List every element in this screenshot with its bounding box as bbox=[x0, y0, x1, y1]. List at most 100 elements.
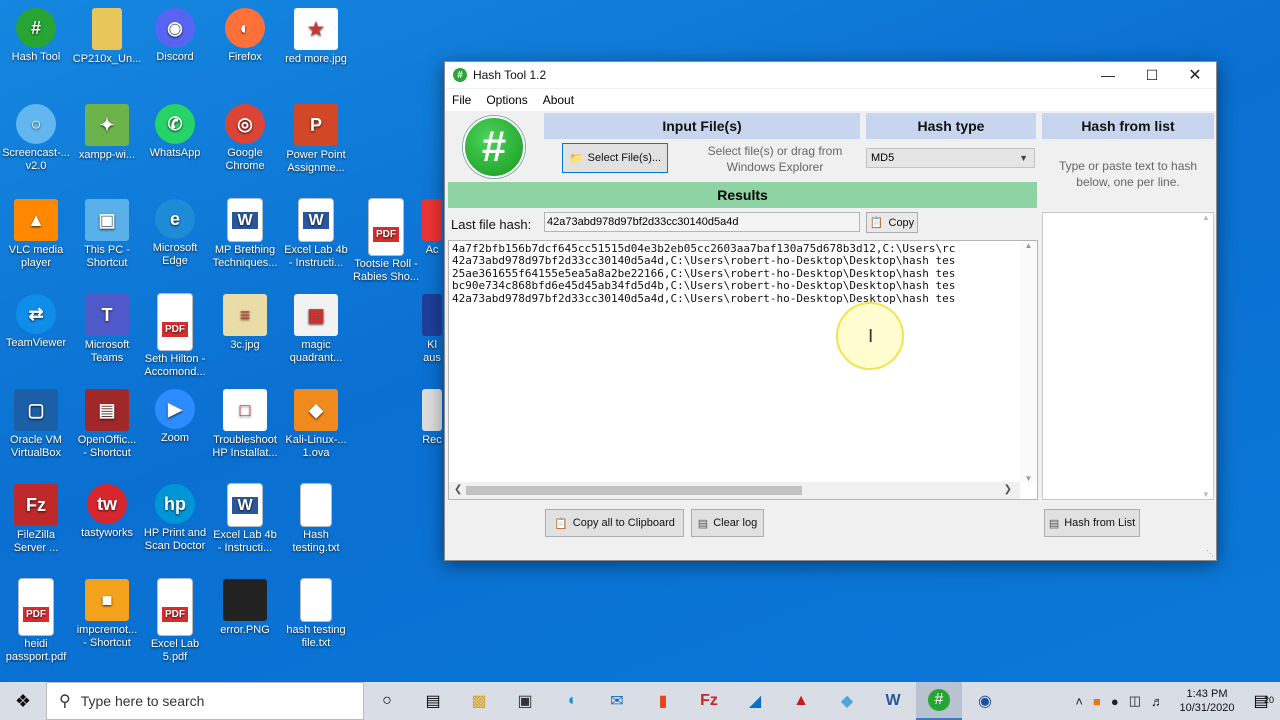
start-button[interactable]: ❖ bbox=[0, 682, 46, 720]
minimize-button[interactable]: — bbox=[1087, 62, 1129, 88]
desktop-icon[interactable]: ■ impcremot... - Shortcut bbox=[71, 575, 143, 650]
last-hash-field[interactable]: 42a73abd978d97bf2d33cc30140d5a4d bbox=[544, 212, 860, 232]
hash-type-select[interactable]: MD5 ▼ bbox=[866, 148, 1035, 168]
store-icon[interactable]: ▣ bbox=[502, 682, 548, 720]
file-icon: □ bbox=[223, 389, 267, 431]
desktop-icon[interactable]: ▣ This PC - Shortcut bbox=[71, 195, 143, 270]
office-icon[interactable]: ▮ bbox=[640, 682, 686, 720]
file-explorer-icon[interactable]: ▩ bbox=[456, 682, 502, 720]
microphone-icon[interactable]: ● bbox=[1111, 694, 1119, 709]
hash-tool-taskbar-icon[interactable]: # bbox=[916, 682, 962, 720]
clock[interactable]: 1:43 PM 10/31/2020 bbox=[1172, 687, 1242, 715]
desktop-icon[interactable]: ⇄ TeamViewer bbox=[0, 290, 72, 350]
desktop-icon[interactable]: PDF Excel Lab 5.pdf bbox=[139, 575, 211, 664]
task-view-icon[interactable]: ▤ bbox=[410, 682, 456, 720]
hash-from-list-button[interactable]: ▤ Hash from List bbox=[1044, 509, 1140, 537]
desktop-icon[interactable]: PDF heidi passport.pdf bbox=[0, 575, 72, 664]
desktop-icon[interactable]: ▢ Oracle VM VirtualBox bbox=[0, 385, 72, 460]
desktop-icon[interactable]: ◐ Firefox bbox=[209, 4, 281, 64]
scroll-up-icon[interactable]: ▲ bbox=[1020, 241, 1037, 250]
network-icon[interactable]: ◫ bbox=[1129, 693, 1141, 709]
desktop-icon[interactable]: W MP Brething Techniques... bbox=[209, 195, 281, 270]
word-icon[interactable]: W bbox=[870, 682, 916, 720]
desktop-icon[interactable]: P Power Point Assignme... bbox=[280, 100, 352, 175]
clipboard-icon: 📋 bbox=[554, 517, 568, 530]
desktop-icon[interactable]: W Excel Lab 4b - Instructi... bbox=[280, 195, 352, 270]
file-icon: ▢ bbox=[14, 389, 58, 431]
cortana-icon[interactable]: ○ bbox=[364, 682, 410, 720]
desktop-icon[interactable]: tw tastyworks bbox=[71, 480, 143, 540]
azure-icon[interactable]: ◢ bbox=[732, 682, 778, 720]
desktop-icon[interactable]: # Hash Tool bbox=[0, 4, 72, 64]
chevron-up-icon[interactable]: ˄ bbox=[1075, 694, 1083, 709]
desktop-icon-partial[interactable]: Kl aus bbox=[420, 290, 444, 365]
desktop-icon[interactable]: ▤ OpenOffic... - Shortcut bbox=[71, 385, 143, 460]
horizontal-scrollbar[interactable]: ❮ ❯ bbox=[449, 482, 1020, 499]
taskbar: ❖ ⚲ Type here to search ○ ▤ ▩ ▣ ◖ ✉ ▮ Fz… bbox=[0, 682, 1280, 720]
vertical-scrollbar[interactable]: ▲ ▼ bbox=[1020, 241, 1037, 483]
search-box[interactable]: ⚲ Type here to search bbox=[46, 682, 364, 720]
desktop-icon[interactable]: ★ red more.jpg bbox=[280, 4, 352, 66]
results-log[interactable]: 4a7f2bfb156b7dcf645cc51515d04e3b2eb05cc2… bbox=[448, 240, 1038, 500]
menu-file[interactable]: File bbox=[445, 93, 479, 107]
scroll-up-icon[interactable]: ▲ bbox=[1199, 213, 1213, 222]
desktop-icon[interactable]: ✦ xampp-wi... bbox=[71, 100, 143, 162]
resize-grip-icon[interactable]: ⋱ bbox=[1206, 549, 1214, 558]
desktop-icon[interactable]: PDF Tootsie Roll - Rabies Sho... bbox=[350, 195, 422, 284]
desktop-icon[interactable]: hash testing file.txt bbox=[280, 575, 352, 650]
desktop-icon[interactable]: ▲ VLC media player bbox=[0, 195, 72, 270]
acrobat-icon[interactable]: ▲ bbox=[778, 682, 824, 720]
filezilla-icon[interactable]: Fz bbox=[686, 682, 732, 720]
scroll-right-icon[interactable]: ❯ bbox=[1004, 484, 1012, 495]
desktop-icon[interactable]: ◎ Google Chrome bbox=[209, 100, 281, 173]
title-bar[interactable]: # Hash Tool 1.2 — ☐ ✕ bbox=[445, 62, 1216, 88]
tray-app-icon[interactable]: ■ bbox=[1093, 694, 1101, 709]
file-icon: ▦ bbox=[294, 294, 338, 336]
mail-icon[interactable]: ✉ bbox=[594, 682, 640, 720]
scroll-down-icon[interactable]: ▼ bbox=[1199, 490, 1213, 499]
desktop-icon[interactable]: error.PNG bbox=[209, 575, 281, 637]
desktop-icon[interactable]: hp HP Print and Scan Doctor bbox=[139, 480, 211, 553]
desktop-icon[interactable]: □ Troubleshoot HP Installat... bbox=[209, 385, 281, 460]
file-icon: ≡ bbox=[223, 294, 267, 336]
desktop-icon[interactable]: CP210x_Un... bbox=[71, 4, 143, 66]
volume-icon[interactable]: ♬ bbox=[1151, 694, 1164, 709]
desktop-icon[interactable]: ○ Screencast-... v2.0 bbox=[0, 100, 72, 173]
desktop-icon[interactable]: ▦ magic quadrant... bbox=[280, 290, 352, 365]
hash-tool-window: # Hash Tool 1.2 — ☐ ✕ File Options About… bbox=[444, 61, 1217, 561]
screencast-icon[interactable]: ◉ bbox=[962, 682, 1008, 720]
file-icon: ▲ bbox=[14, 199, 58, 241]
menu-about[interactable]: About bbox=[536, 93, 582, 107]
desktop-icon[interactable]: W Excel Lab 4b - Instructi... bbox=[209, 480, 281, 555]
hash-list-scrollbar[interactable]: ▲ ▼ bbox=[1199, 213, 1213, 499]
edge-icon[interactable]: ◖ bbox=[548, 682, 594, 720]
scroll-down-icon[interactable]: ▼ bbox=[1020, 474, 1037, 483]
desktop-icon-label: Discord bbox=[156, 51, 194, 63]
desktop-icon[interactable]: ▶ Zoom bbox=[139, 385, 211, 445]
desktop-icon-partial[interactable]: Rec bbox=[420, 385, 444, 447]
scroll-left-icon[interactable]: ❮ bbox=[454, 484, 462, 495]
desktop-icon[interactable]: e Microsoft Edge bbox=[139, 195, 211, 268]
clear-log-button[interactable]: ▤ Clear log bbox=[691, 509, 764, 537]
scroll-thumb[interactable] bbox=[466, 486, 802, 495]
vm-icon[interactable]: ◆ bbox=[824, 682, 870, 720]
select-files-button[interactable]: 📁 Select File(s)... bbox=[562, 143, 668, 173]
menu-options[interactable]: Options bbox=[479, 93, 535, 107]
close-button[interactable]: ✕ bbox=[1174, 62, 1216, 88]
desktop-icon[interactable]: ≡ 3c.jpg bbox=[209, 290, 281, 352]
desktop-icon[interactable]: ✆ WhatsApp bbox=[139, 100, 211, 160]
desktop-icon[interactable]: T Microsoft Teams bbox=[71, 290, 143, 365]
desktop-icon-partial[interactable]: Ac bbox=[420, 195, 444, 257]
desktop-icon[interactable]: ◉ Discord bbox=[139, 4, 211, 64]
file-icon: ★ bbox=[294, 8, 338, 50]
notification-button[interactable]: ▤ 20 bbox=[1242, 691, 1280, 711]
desktop-icon[interactable]: ◆ Kali-Linux-... 1.ova bbox=[280, 385, 352, 460]
hash-list-input[interactable]: ▲ ▼ bbox=[1042, 212, 1214, 500]
desktop-icon[interactable]: Fz FileZilla Server ... bbox=[0, 480, 72, 555]
maximize-button[interactable]: ☐ bbox=[1131, 62, 1173, 88]
desktop-icon[interactable]: Hash testing.txt bbox=[280, 480, 352, 555]
desktop-icon[interactable]: PDF Seth Hilton - Accomond... bbox=[139, 290, 211, 379]
copy-all-button[interactable]: 📋 Copy all to Clipboard bbox=[545, 509, 684, 537]
file-icon: W bbox=[299, 199, 333, 241]
copy-button[interactable]: 📋 Copy bbox=[866, 212, 918, 233]
